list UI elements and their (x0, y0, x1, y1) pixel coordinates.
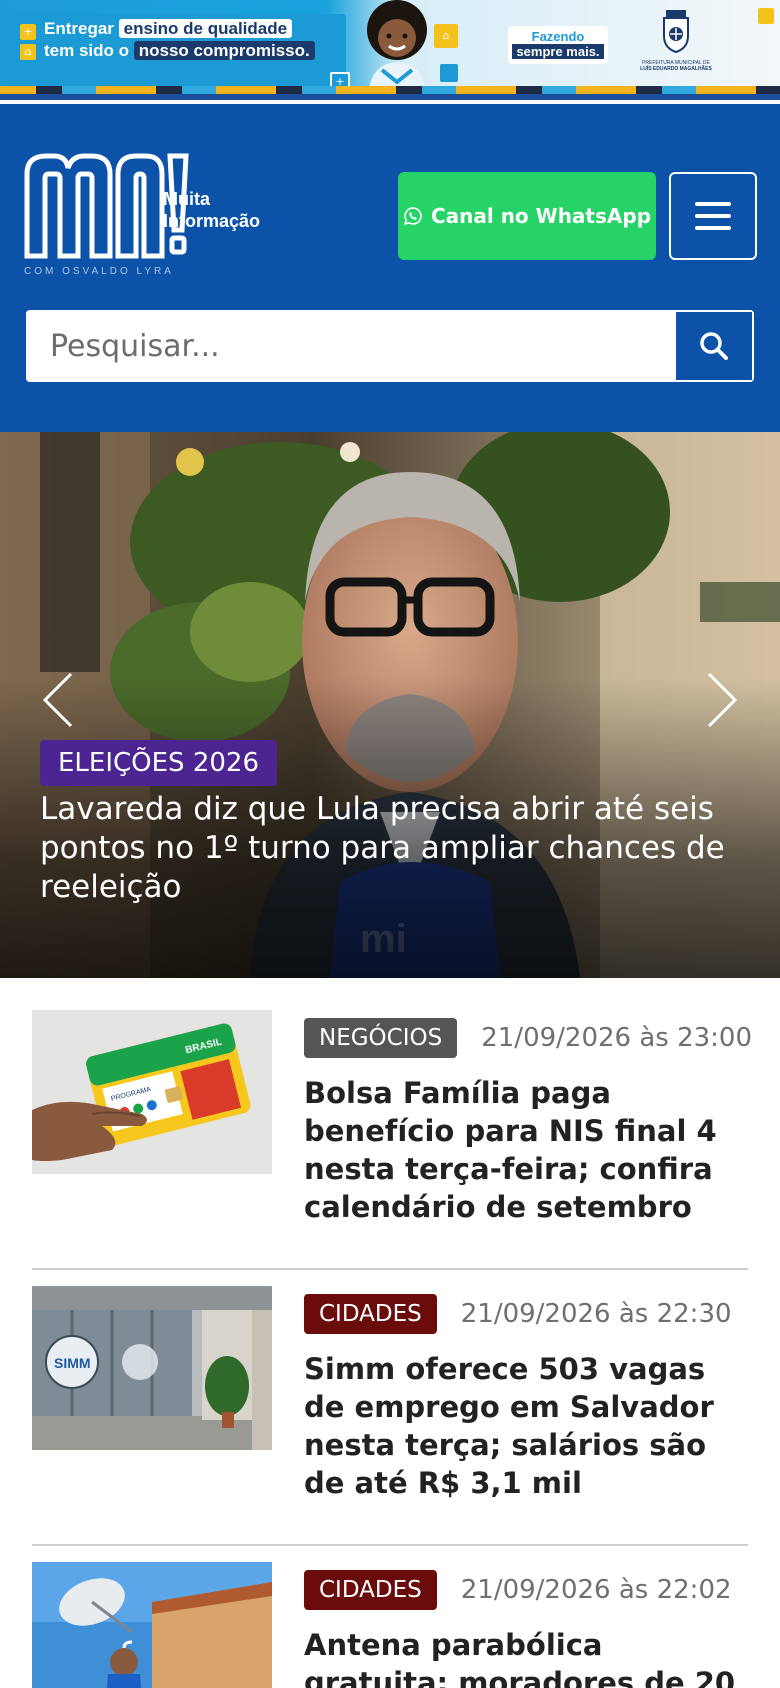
search-bar (24, 308, 756, 384)
logo-line-1: Muita (163, 189, 210, 209)
sponsor-logo: PREFEITURA MUNICIPAL DE LUÍS EDUARDO MAG… (636, 8, 716, 74)
news-headline[interactable]: Bolsa Família paga benefício para NIS fi… (304, 1074, 748, 1226)
ad-text: tem sido o (44, 41, 130, 60)
news-thumbnail[interactable]: BRASIL PROGRAMA (32, 1010, 272, 1174)
news-date: 21/09/2026 às 22:02 (460, 1575, 732, 1605)
news-item[interactable]: BRASIL PROGRAMA NEGÓCIOS 21/09/2026 às 2… (32, 1010, 752, 1230)
whatsapp-button-label: Canal no WhatsApp (430, 204, 652, 228)
school-icon: ⌂ (434, 24, 458, 48)
news-date: 21/09/2026 às 23:00 (481, 1023, 753, 1053)
news-item[interactable]: SIMM CIDADES 21/09/2026 às 22:30 Simm of… (32, 1286, 748, 1506)
hero-category-badge[interactable]: ELEIÇÕES 2026 (40, 740, 277, 786)
ad-slogan-line-2: sempre mais. (512, 44, 604, 59)
search-icon (700, 332, 728, 360)
simm-sign-text: SIMM (54, 1355, 91, 1371)
carousel-prev-button[interactable] (38, 670, 78, 730)
search-input[interactable] (26, 310, 676, 382)
search-button[interactable] (674, 310, 754, 382)
news-meta: NEGÓCIOS 21/09/2026 às 23:00 (304, 1018, 752, 1058)
logo-wordmark: Muita Informação (163, 188, 260, 232)
menu-line (695, 226, 731, 230)
book-icon (440, 64, 458, 82)
logo-tagline: COM OSVALDO LYRA (24, 266, 174, 277)
ad-text: Entregar (44, 19, 114, 38)
menu-line (695, 214, 731, 218)
news-headline[interactable]: Simm oferece 503 vagas de emprego em Sal… (304, 1350, 748, 1502)
news-item[interactable]: CIDADES 21/09/2026 às 22:02 Antena parab… (32, 1562, 748, 1688)
satellite-dish-photo (32, 1562, 272, 1688)
ad-slogan-line-1: Fazendo (531, 29, 585, 44)
carousel-next-button[interactable] (702, 670, 742, 730)
ad-headline-1: Entregar ensino de qualidade (44, 19, 293, 39)
news-headline[interactable]: Antena parabólica gratuita: moradores de… (304, 1626, 748, 1688)
ad-stripe (0, 86, 780, 94)
plus-icon: + (20, 24, 36, 40)
city-crest-icon (663, 10, 689, 54)
news-category-badge[interactable]: CIDADES (304, 1294, 437, 1334)
news-divider (32, 1544, 748, 1546)
hamburger-menu-icon[interactable] (669, 172, 757, 260)
home-icon: ⌂ (20, 44, 36, 60)
chevron-left-icon (43, 672, 73, 728)
chevron-right-icon (707, 672, 737, 728)
logo-line-2: Informação (163, 211, 261, 231)
ad-text-highlight: ensino de qualidade (118, 19, 293, 38)
news-thumbnail[interactable]: SIMM (32, 1286, 272, 1450)
whatsapp-icon (403, 207, 422, 225)
hero-headline[interactable]: Lavareda diz que Lula precisa abrir até … (40, 790, 740, 907)
sponsor-line-2: LUÍS EDUARDO MAGALHÃES (640, 66, 712, 72)
ad-text-highlight: nosso compromisso. (133, 41, 315, 60)
news-category-badge[interactable]: CIDADES (304, 1570, 437, 1610)
site-header: Muita Informação COM OSVALDO LYRA Canal … (0, 104, 780, 432)
news-date: 21/09/2026 às 22:30 (460, 1299, 732, 1329)
ad-info-icon[interactable] (758, 8, 774, 24)
news-meta: CIDADES 21/09/2026 às 22:30 (304, 1294, 732, 1334)
news-divider (32, 1268, 748, 1270)
ad-slogan-badge: Fazendo sempre mais. (508, 26, 608, 64)
menu-line (695, 202, 731, 206)
sponsor-name: PREFEITURA MUNICIPAL DE LUÍS EDUARDO MAG… (636, 60, 716, 72)
ad-headline-2: tem sido o nosso compromisso. (44, 41, 315, 61)
whatsapp-channel-button[interactable]: Canal no WhatsApp (398, 172, 656, 260)
hero-carousel[interactable]: mi ELEIÇÕES 2026 Lavareda diz que Lula p… (0, 432, 780, 978)
simm-building-photo: SIMM (32, 1286, 272, 1450)
ad-banner[interactable]: + ⌂ Entregar ensino de qualidade tem sid… (0, 0, 780, 100)
ad-bottom-bar (0, 94, 780, 100)
student-photo (367, 0, 427, 96)
news-meta: CIDADES 21/09/2026 às 22:02 (304, 1570, 732, 1610)
bolsa-familia-card-photo: BRASIL PROGRAMA (32, 1010, 272, 1174)
news-category-badge[interactable]: NEGÓCIOS (304, 1018, 458, 1058)
news-thumbnail[interactable] (32, 1562, 272, 1688)
